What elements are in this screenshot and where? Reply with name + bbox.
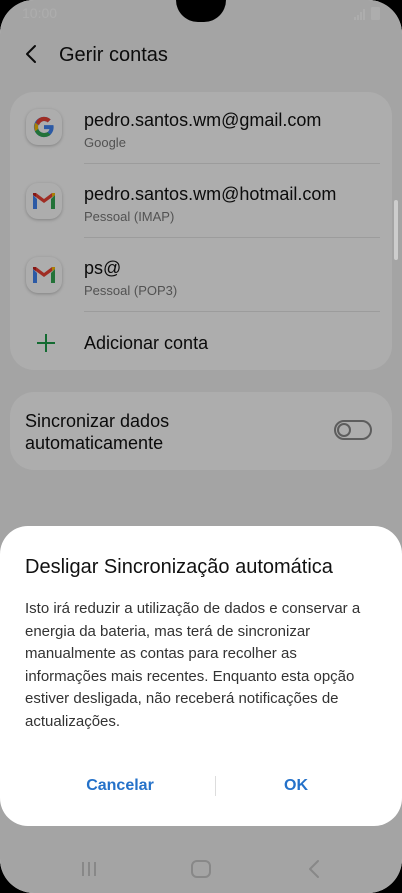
dialog-actions: Cancelar OK	[0, 766, 402, 806]
ok-button[interactable]: OK	[206, 766, 386, 806]
phone-frame: 10:00 Gerir contas pedro.santos.wm@gmail…	[0, 0, 402, 893]
confirm-dialog: Desligar Sincronização automática Isto i…	[0, 526, 402, 826]
dialog-title: Desligar Sincronização automática	[25, 556, 333, 578]
home-icon[interactable]	[190, 859, 212, 879]
recent-apps-icon[interactable]	[78, 859, 100, 879]
navigation-bar	[0, 845, 402, 893]
screen: 10:00 Gerir contas pedro.santos.wm@gmail…	[0, 0, 402, 893]
nav-back-icon[interactable]	[304, 858, 324, 880]
scrollbar	[394, 200, 398, 260]
cancel-button[interactable]: Cancelar	[30, 766, 210, 806]
dialog-message: Isto irá reduzir a utilização de dados e…	[25, 600, 361, 730]
